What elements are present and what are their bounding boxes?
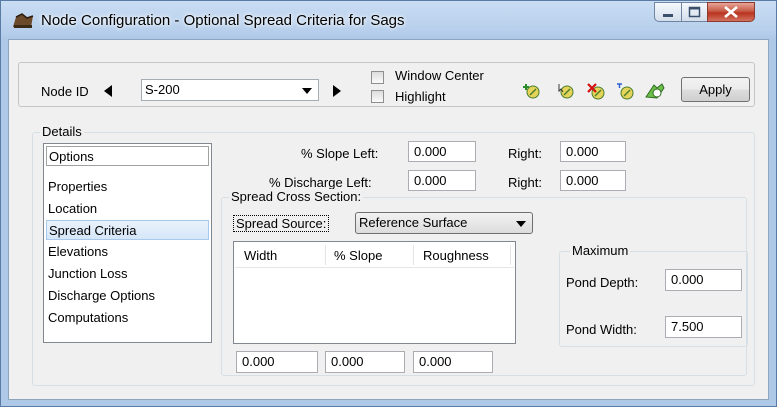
- pond-width-input[interactable]: 7.500: [665, 316, 742, 338]
- highlight-label: Highlight: [395, 89, 446, 104]
- chevron-down-icon: [516, 221, 526, 227]
- list-item-label: Computations: [48, 310, 129, 325]
- details-list[interactable]: Options Properties Location Spread Crite…: [43, 143, 212, 343]
- list-item-elevations[interactable]: Elevations: [48, 242, 208, 262]
- close-icon: [724, 6, 738, 18]
- next-node-arrow-icon[interactable]: [333, 85, 341, 97]
- pond-width-value: 7.500: [671, 319, 704, 334]
- list-item-junction-loss[interactable]: Junction Loss: [48, 264, 208, 284]
- slope-right-input[interactable]: 0.000: [560, 141, 626, 162]
- select-node-icon[interactable]: [556, 82, 576, 100]
- node-id-label: Node ID: [41, 84, 89, 99]
- pond-width-label: Pond Width:: [566, 322, 637, 337]
- list-item-label: Spread Criteria: [49, 223, 137, 238]
- list-item-spread-criteria[interactable]: Spread Criteria: [46, 220, 209, 240]
- add-node-icon[interactable]: [521, 82, 541, 100]
- slope-input[interactable]: 0.000: [325, 351, 405, 373]
- maximize-button[interactable]: [681, 2, 708, 22]
- pond-depth-value: 0.000: [671, 272, 704, 287]
- minimize-icon: [663, 14, 673, 17]
- previous-node-arrow-icon[interactable]: [104, 85, 112, 97]
- spread-source-label: Spread Source:: [233, 215, 330, 232]
- maximize-icon: [688, 6, 701, 18]
- list-item-computations[interactable]: Computations: [48, 308, 208, 328]
- spread-source-select[interactable]: Reference Surface: [355, 212, 533, 234]
- pond-depth-label: Pond Depth:: [566, 275, 639, 290]
- discharge-right-label: Right:: [508, 175, 542, 190]
- list-item-label: Discharge Options: [48, 288, 155, 303]
- list-item-label: Options: [49, 149, 94, 164]
- column-divider[interactable]: [510, 245, 511, 265]
- list-item-label: Properties: [48, 179, 108, 194]
- column-header-width[interactable]: Width: [244, 248, 277, 263]
- title-bar[interactable]: Node Configuration - Optional Spread Cri…: [1, 1, 776, 39]
- column-header-slope[interactable]: % Slope: [334, 248, 382, 263]
- node-id-select[interactable]: S-200: [141, 79, 319, 101]
- slope-left-value: 0.000: [414, 144, 447, 159]
- width-input-value: 0.000: [242, 354, 275, 369]
- roughness-input[interactable]: 0.000: [413, 351, 493, 373]
- column-header-roughness[interactable]: Roughness: [423, 248, 489, 263]
- discharge-left-label: % Discharge Left:: [269, 175, 372, 190]
- maximum-group-label: Maximum: [570, 243, 631, 258]
- window-center-label: Window Center: [395, 68, 484, 83]
- slope-right-label: Right:: [508, 146, 542, 161]
- spread-cross-section-label: Spread Cross Section:: [229, 189, 364, 204]
- pond-depth-input[interactable]: 0.000: [665, 269, 742, 291]
- list-item-label: Junction Loss: [48, 266, 128, 281]
- slope-right-value: 0.000: [566, 144, 599, 159]
- apply-button[interactable]: Apply: [681, 77, 750, 102]
- discharge-right-value: 0.000: [566, 173, 599, 188]
- spread-table[interactable]: Width % Slope Roughness: [233, 241, 516, 344]
- window-title: Node Configuration - Optional Spread Cri…: [41, 12, 405, 29]
- list-item-location[interactable]: Location: [48, 199, 208, 219]
- edit-node-icon[interactable]: [615, 82, 635, 100]
- locate-node-icon[interactable]: [645, 82, 665, 100]
- width-input[interactable]: 0.000: [236, 351, 318, 373]
- slope-input-value: 0.000: [331, 354, 364, 369]
- spread-source-value: Reference Surface: [359, 215, 468, 230]
- apply-button-label: Apply: [699, 82, 732, 97]
- column-divider[interactable]: [325, 245, 326, 265]
- chevron-down-icon: [302, 88, 312, 94]
- discharge-left-input[interactable]: 0.000: [408, 170, 476, 191]
- discharge-right-input[interactable]: 0.000: [560, 170, 626, 191]
- list-item-discharge-options[interactable]: Discharge Options: [48, 286, 208, 306]
- list-item-options[interactable]: Options: [46, 146, 209, 166]
- list-item-label: Elevations: [48, 244, 108, 259]
- details-group-label: Details: [40, 124, 84, 139]
- node-id-value: S-200: [145, 82, 180, 97]
- list-item-properties[interactable]: Properties: [48, 177, 208, 197]
- delete-node-icon[interactable]: [586, 82, 606, 100]
- node-app-icon: [13, 13, 34, 28]
- slope-left-input[interactable]: 0.000: [408, 141, 476, 162]
- list-item-label: Location: [48, 201, 98, 216]
- slope-left-label: % Slope Left:: [301, 146, 379, 161]
- highlight-checkbox[interactable]: [371, 90, 384, 103]
- spread-table-header: Width % Slope Roughness: [235, 243, 514, 268]
- minimize-button[interactable]: [654, 2, 682, 22]
- discharge-left-value: 0.000: [414, 173, 447, 188]
- roughness-input-value: 0.000: [419, 354, 452, 369]
- window-center-checkbox[interactable]: [371, 71, 384, 84]
- close-button[interactable]: [707, 2, 755, 22]
- column-divider[interactable]: [413, 245, 414, 265]
